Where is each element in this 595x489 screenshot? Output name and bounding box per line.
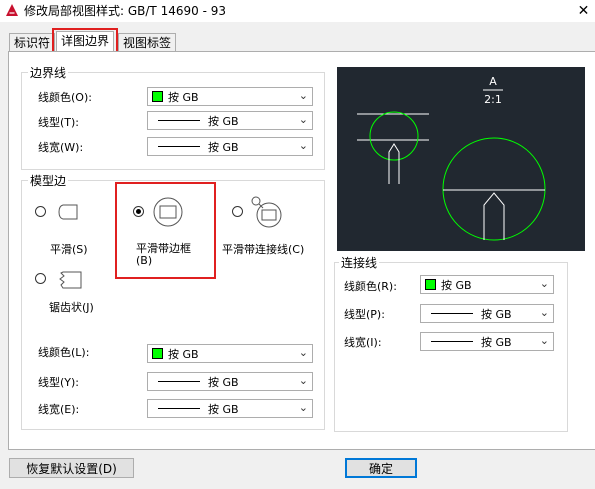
combo-value: 按 GB — [208, 375, 239, 389]
preview-large-boundary-circle — [442, 137, 546, 241]
tab-identifier[interactable]: 标识符 — [9, 33, 56, 52]
reset-defaults-button[interactable]: 恢复默认设置(D) — [9, 458, 134, 478]
preview-scale-label: 2:1 — [484, 93, 502, 106]
boundary-lineweight-select[interactable]: 按 GB ⌄ — [147, 137, 313, 156]
color-swatch — [152, 91, 163, 102]
line-sample — [158, 146, 200, 147]
combo-value: 按 GB — [481, 307, 512, 321]
preview-small-part — [388, 143, 400, 184]
model-edge-color-select[interactable]: 按 GB ⌄ — [147, 344, 313, 363]
color-swatch — [425, 279, 436, 290]
color-swatch — [152, 348, 163, 359]
connection-color-label: 线颜色(R): — [344, 280, 397, 293]
smooth-with-connection-icon — [248, 194, 284, 233]
combo-value: 按 GB — [441, 278, 472, 292]
chevron-down-icon: ⌄ — [539, 277, 549, 290]
preview-pane: A 2:1 — [337, 67, 585, 251]
boundary-lineweight-label: 线宽(W): — [38, 141, 84, 154]
model-edge-lineweight-label: 线宽(E): — [38, 403, 80, 416]
chevron-down-icon: ⌄ — [298, 139, 308, 152]
boundary-color-label: 线颜色(O): — [38, 91, 92, 104]
smooth-with-connection-label: 平滑带连接线(C) — [222, 243, 305, 256]
connection-line-group-label: 连接线 — [339, 254, 380, 271]
chevron-down-icon: ⌄ — [298, 113, 308, 126]
preview-view-letter: A — [489, 75, 497, 88]
connection-linetype-select[interactable]: 按 GB ⌄ — [420, 304, 554, 323]
ok-button[interactable]: 确定 — [345, 458, 417, 478]
line-sample — [431, 313, 473, 314]
preview-large-part — [483, 192, 505, 240]
line-sample — [431, 341, 473, 342]
window-title: 修改局部视图样式: GB/T 14690 - 93 — [24, 4, 226, 18]
radio-smooth[interactable] — [35, 206, 46, 217]
combo-value: 按 GB — [208, 114, 239, 128]
connection-lineweight-select[interactable]: 按 GB ⌄ — [420, 332, 554, 351]
combo-value: 按 GB — [208, 402, 239, 416]
boundary-linetype-select[interactable]: 按 GB ⌄ — [147, 111, 313, 130]
chevron-down-icon: ⌄ — [298, 401, 308, 414]
combo-value: 按 GB — [208, 140, 239, 154]
autocad-app-icon — [5, 3, 19, 17]
highlight-option-box — [115, 182, 216, 279]
boundary-linetype-label: 线型(T): — [38, 116, 80, 129]
model-edge-linetype-label: 线型(Y): — [38, 376, 80, 389]
model-edge-lineweight-select[interactable]: 按 GB ⌄ — [147, 399, 313, 418]
chevron-down-icon: ⌄ — [298, 346, 308, 359]
jagged-label: 锯齿状(J) — [49, 301, 94, 314]
line-sample — [158, 408, 200, 409]
combo-value: 按 GB — [168, 90, 199, 104]
chevron-down-icon: ⌄ — [298, 89, 308, 102]
boundary-line-group-label: 边界线 — [28, 64, 69, 81]
chevron-down-icon: ⌄ — [539, 306, 549, 319]
model-edge-group-label: 模型边 — [28, 172, 69, 189]
connection-color-select[interactable]: 按 GB ⌄ — [420, 275, 554, 294]
model-edge-linetype-select[interactable]: 按 GB ⌄ — [147, 372, 313, 391]
model-edge-color-label: 线颜色(L): — [38, 346, 90, 359]
boundary-color-select[interactable]: 按 GB ⌄ — [147, 87, 313, 106]
radio-jagged[interactable] — [35, 273, 46, 284]
line-sample — [158, 381, 200, 382]
chevron-down-icon: ⌄ — [298, 374, 308, 387]
radio-smooth-with-connection[interactable] — [232, 206, 243, 217]
chevron-down-icon: ⌄ — [539, 334, 549, 347]
connection-lineweight-label: 线宽(I): — [344, 336, 382, 349]
jagged-edge-icon — [57, 270, 83, 293]
line-sample — [158, 120, 200, 121]
combo-value: 按 GB — [168, 347, 199, 361]
smooth-edge-icon — [57, 203, 79, 224]
close-icon[interactable]: ✕ — [572, 0, 595, 22]
title-bar: 修改局部视图样式: GB/T 14690 - 93 ✕ — [0, 0, 595, 22]
connection-linetype-label: 线型(P): — [344, 308, 385, 321]
combo-value: 按 GB — [481, 335, 512, 349]
preview-small-boundary-circle — [369, 111, 419, 161]
smooth-label: 平滑(S) — [50, 243, 88, 256]
tab-view-label[interactable]: 视图标签 — [118, 33, 177, 52]
